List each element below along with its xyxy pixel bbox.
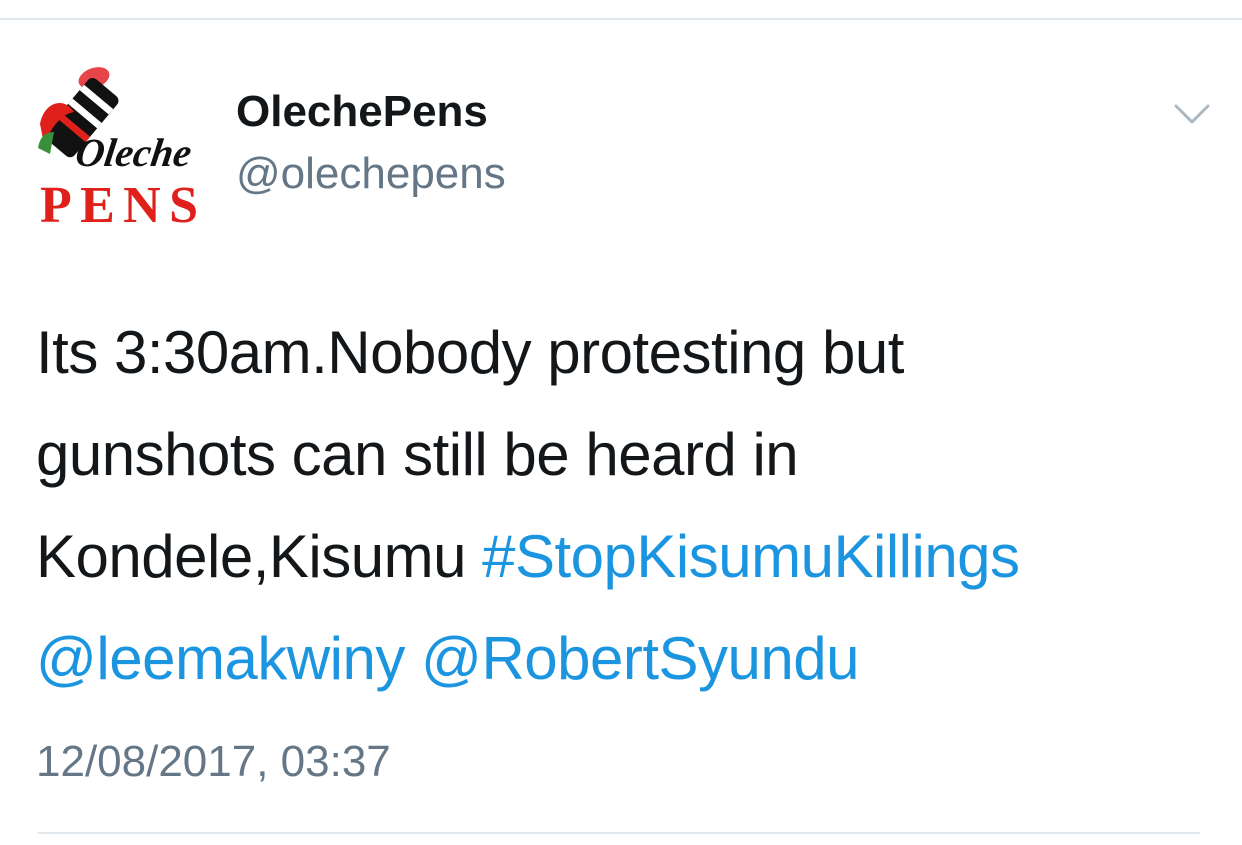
bottom-divider (38, 832, 1200, 834)
hashtag-link[interactable]: #StopKisumuKillings (482, 523, 1020, 590)
tweet-timestamp[interactable]: 12/08/2017, 03:37 (36, 736, 391, 788)
tweet-text-line: @leemakwiny @RobertSyundu (36, 608, 1216, 710)
author-handle[interactable]: @olechepens (236, 148, 506, 200)
author-display-name[interactable]: OlechePens (236, 86, 488, 138)
avatar[interactable]: Oleche PENS (34, 66, 218, 228)
mention-link[interactable]: @RobertSyundu (421, 625, 860, 692)
chevron-down-icon[interactable] (1170, 100, 1214, 130)
olechepens-logo: Oleche PENS (38, 67, 218, 228)
avatar-logo-text-bottom: PENS (40, 177, 200, 228)
tweet-text-plain: Kondele,Kisumu (36, 523, 483, 590)
tweet-text-line: gunshots can still be heard in (36, 421, 799, 488)
tweet-text-line: Kondele,Kisumu #StopKisumuKillings (36, 506, 1216, 608)
avatar-logo-text-top: Oleche (73, 130, 195, 175)
tweet-text: Its 3:30am.Nobody protesting but gunshot… (36, 302, 1216, 710)
tweet-text-space (405, 625, 421, 692)
tweet-text-line: Its 3:30am.Nobody protesting but (36, 319, 904, 386)
mention-link[interactable]: @leemakwiny (36, 625, 405, 692)
top-divider (0, 18, 1242, 20)
